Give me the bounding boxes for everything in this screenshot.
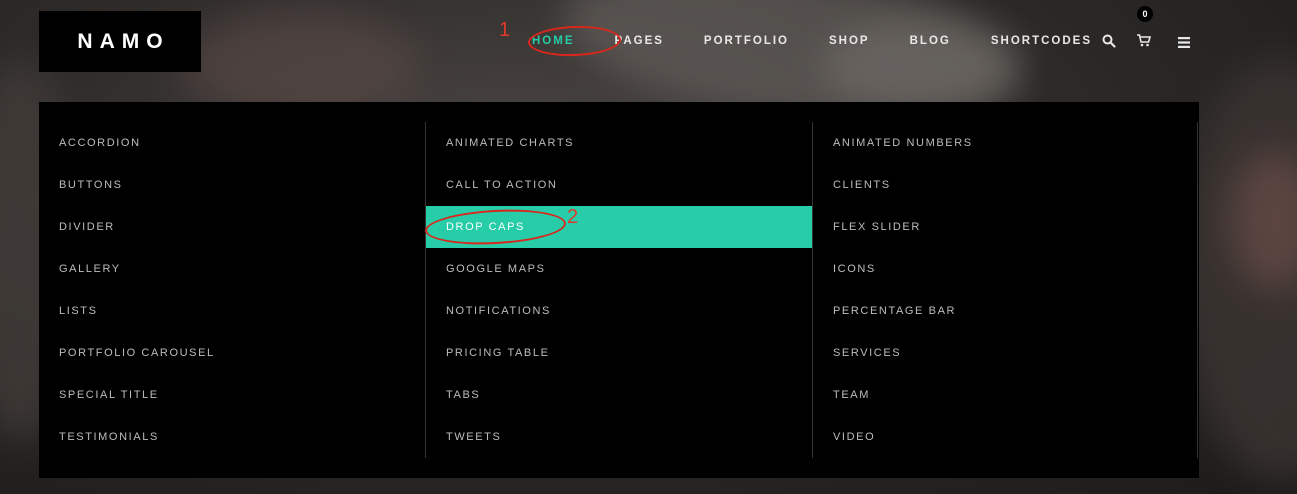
mega-menu-column-3: ANIMATED NUMBERS CLIENTS FLEX SLIDER ICO…	[812, 122, 1198, 458]
menu-item-portfolio-carousel[interactable]: PORTFOLIO CAROUSEL	[39, 332, 425, 374]
nav-blog[interactable]: BLOG	[910, 35, 951, 47]
cart-icon[interactable]	[1137, 34, 1152, 52]
menu-item-testimonials[interactable]: TESTIMONIALS	[39, 416, 425, 458]
menu-item-team[interactable]: TEAM	[813, 374, 1197, 416]
menu-item-video[interactable]: VIDEO	[813, 416, 1197, 458]
nav-home[interactable]: HOME	[532, 35, 575, 47]
menu-item-pricing-table[interactable]: PRICING TABLE	[426, 332, 812, 374]
menu-item-buttons[interactable]: BUTTONS	[39, 164, 425, 206]
menu-item-flex-slider[interactable]: FLEX SLIDER	[813, 206, 1197, 248]
nav-pages[interactable]: PAGES	[615, 35, 664, 47]
menu-icon[interactable]	[1178, 35, 1190, 53]
site-logo[interactable]: NAMO	[39, 11, 201, 72]
menu-item-call-to-action[interactable]: CALL TO ACTION	[426, 164, 812, 206]
main-nav: HOME PAGES PORTFOLIO SHOP BLOG SHORTCODE…	[532, 0, 1132, 82]
menu-item-clients[interactable]: CLIENTS	[813, 164, 1197, 206]
menu-item-lists[interactable]: LISTS	[39, 290, 425, 332]
mega-menu: ACCORDION BUTTONS DIVIDER GALLERY LISTS …	[39, 102, 1199, 478]
annotation-number-1: 1	[499, 19, 511, 41]
menu-item-special-title[interactable]: SPECIAL TITLE	[39, 374, 425, 416]
menu-item-divider[interactable]: DIVIDER	[39, 206, 425, 248]
menu-item-percentage-bar[interactable]: PERCENTAGE BAR	[813, 290, 1197, 332]
nav-shortcodes[interactable]: SHORTCODES	[991, 35, 1092, 47]
menu-item-animated-charts[interactable]: ANIMATED CHARTS	[426, 122, 812, 164]
menu-item-accordion[interactable]: ACCORDION	[39, 122, 425, 164]
nav-portfolio[interactable]: PORTFOLIO	[704, 35, 789, 47]
annotation-number-2: 2	[567, 206, 579, 228]
menu-item-services[interactable]: SERVICES	[813, 332, 1197, 374]
search-icon[interactable]	[1102, 34, 1116, 53]
menu-item-drop-caps[interactable]: DROP CAPS	[426, 206, 812, 248]
mega-menu-column-2: ANIMATED CHARTS CALL TO ACTION DROP CAPS…	[425, 122, 812, 458]
cart-count-badge: 0	[1137, 6, 1153, 22]
page: NAMO HOME PAGES PORTFOLIO SHOP BLOG SHOR…	[0, 0, 1297, 494]
menu-item-gallery[interactable]: GALLERY	[39, 248, 425, 290]
mega-menu-column-1: ACCORDION BUTTONS DIVIDER GALLERY LISTS …	[39, 122, 425, 458]
menu-item-notifications[interactable]: NOTIFICATIONS	[426, 290, 812, 332]
nav-shop[interactable]: SHOP	[829, 35, 870, 47]
menu-item-tabs[interactable]: TABS	[426, 374, 812, 416]
menu-item-google-maps[interactable]: GOOGLE MAPS	[426, 248, 812, 290]
menu-item-animated-numbers[interactable]: ANIMATED NUMBERS	[813, 122, 1197, 164]
menu-item-tweets[interactable]: TWEETS	[426, 416, 812, 458]
menu-item-icons[interactable]: ICONS	[813, 248, 1197, 290]
